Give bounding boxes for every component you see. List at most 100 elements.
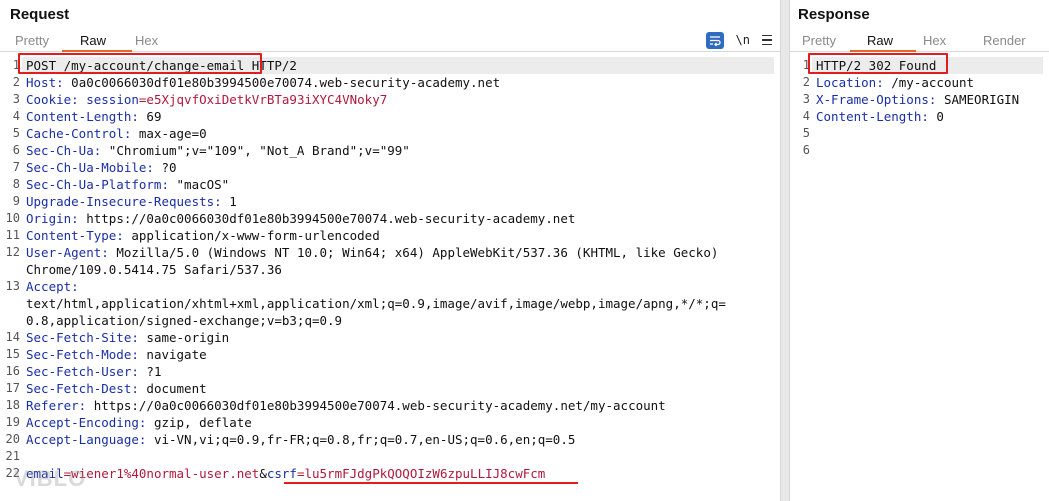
line-content: Sec-Ch-Ua: "Chromium";v="109", "Not_A Br…	[26, 142, 410, 159]
request-title: Request	[10, 6, 70, 23]
response-tabs: Pretty Raw Hex Render	[790, 32, 1049, 52]
token-key: Sec-Fetch-User:	[26, 364, 139, 379]
token-value: vi-VN,vi;q=0.9,fr-FR;q=0.8,fr;q=0.7,en-U…	[146, 432, 576, 447]
request-line: 19 Accept-Encoding: gzip, deflate	[0, 414, 780, 431]
request-line: 5 Cache-Control: max-age=0	[0, 125, 780, 142]
line-number: 9	[12, 194, 20, 208]
line-content: Chrome/109.0.5414.75 Safari/537.36	[26, 261, 282, 278]
token-value: max-age=0	[131, 126, 207, 141]
line-number: 19	[5, 415, 20, 429]
response-editor[interactable]: 1 HTTP/2 302 Found 2 Location: /my-account 3…	[790, 57, 1049, 501]
token-value: same-origin	[138, 330, 230, 345]
line-content: User-Agent: Mozilla/5.0 (Windows NT 10.0…	[26, 244, 718, 261]
line-content: email=wiener1%40normal-user.net&csrf=lu5…	[26, 465, 545, 482]
menu-icon[interactable]	[762, 34, 772, 46]
token-value: Mozilla/5.0 (Windows NT 10.0; Win64; x64…	[108, 245, 719, 260]
request-pane: Request Pretty Raw Hex \n 1 POST /my-acco…	[0, 0, 780, 501]
response-line: 5	[790, 125, 1049, 142]
request-tabs: Pretty Raw Hex	[0, 32, 780, 52]
line-number: 2	[12, 75, 20, 89]
response-tab-raw[interactable]: Raw	[867, 33, 893, 48]
status-highlight-box	[808, 53, 948, 74]
line-content: Accept-Encoding: gzip, deflate	[26, 414, 252, 431]
token-value: 0.8,application/signed-exchange;v=b3;q=0…	[26, 313, 343, 328]
line-number: 1	[802, 58, 810, 72]
csrf-underline	[284, 482, 578, 484]
pane-divider[interactable]	[780, 0, 790, 501]
token-key: Host:	[26, 75, 64, 90]
token-key: User-Agent:	[26, 245, 109, 260]
token-key: Content-Length:	[26, 109, 139, 124]
request-line: 11 Content-Type: application/x-www-form-u…	[0, 227, 780, 244]
token-value: 0	[928, 109, 944, 124]
token-value: /my-account	[883, 75, 975, 90]
line-number: 12	[5, 245, 20, 259]
response-line: 2 Location: /my-account	[790, 74, 1049, 91]
token-key: Origin:	[26, 211, 79, 226]
line-content: Sec-Fetch-Mode: navigate	[26, 346, 207, 363]
line-content: 0.8,application/signed-exchange;v=b3;q=0…	[26, 312, 342, 329]
line-number: 18	[5, 398, 20, 412]
wrap-lines-icon[interactable]	[705, 31, 724, 49]
endpoint-highlight-box	[18, 53, 262, 74]
line-content: Upgrade-Insecure-Requests: 1	[26, 193, 237, 210]
line-content: Sec-Fetch-Dest: document	[26, 380, 207, 397]
token-value: "macOS"	[169, 177, 230, 192]
request-tab-raw[interactable]: Raw	[80, 33, 106, 48]
line-number: 14	[5, 330, 20, 344]
response-line: 4 Content-Length: 0	[790, 108, 1049, 125]
request-line: 18 Referer: https://0a0c0066030df01e80b39…	[0, 397, 780, 414]
token-value: application/x-www-form-urlencoded	[123, 228, 380, 243]
response-tab-render[interactable]: Render	[983, 33, 1026, 48]
line-content: Accept:	[26, 278, 79, 295]
newline-toggle-icon[interactable]: \n	[736, 33, 750, 47]
line-number: 7	[12, 160, 20, 174]
token-value: =lu5rmFJdgPkQOQOIzW6zpuLLIJ8cwFcm	[296, 466, 546, 481]
token-key: Accept-Encoding:	[26, 415, 147, 430]
response-line: 3 X-Frame-Options: SAMEORIGIN	[790, 91, 1049, 108]
line-content: Sec-Fetch-Site: same-origin	[26, 329, 229, 346]
token-value: &	[259, 466, 267, 481]
token-key: Sec-Fetch-Dest:	[26, 381, 139, 396]
token-key: Sec-Ch-Ua-Mobile:	[26, 160, 154, 175]
response-tab-hex[interactable]: Hex	[923, 33, 946, 48]
token-key: Cookie:	[26, 92, 79, 107]
token-value: gzip, deflate	[146, 415, 252, 430]
line-number: 15	[5, 347, 20, 361]
line-content: Sec-Fetch-User: ?1	[26, 363, 161, 380]
token-value: 1	[221, 194, 237, 209]
line-number: 20	[5, 432, 20, 446]
line-number: 3	[802, 92, 810, 106]
token-key: Sec-Ch-Ua-Platform:	[26, 177, 169, 192]
request-line: 13 Accept:	[0, 278, 780, 295]
request-line: 7 Sec-Ch-Ua-Mobile: ?0	[0, 159, 780, 176]
line-content: Sec-Ch-Ua-Mobile: ?0	[26, 159, 177, 176]
response-pane: Response Pretty Raw Hex Render 1 HTTP/2 3…	[790, 0, 1049, 501]
line-number: 17	[5, 381, 20, 395]
line-number: 3	[12, 92, 20, 106]
request-line: 2 Host: 0a0c0066030df01e80b3994500e70074.…	[0, 74, 780, 91]
token-value: =e5XjqvfOxiDetkVrBTa93iXYC4VNoky7	[138, 92, 388, 107]
line-number: 11	[5, 228, 20, 242]
line-content: Content-Type: application/x-www-form-url…	[26, 227, 380, 244]
request-line: 4 Content-Length: 69	[0, 108, 780, 125]
line-number: 5	[12, 126, 20, 140]
token-key: csrf	[266, 466, 297, 481]
request-line: 12 User-Agent: Mozilla/5.0 (Windows NT 10…	[0, 244, 780, 261]
request-line: 15 Sec-Fetch-Mode: navigate	[0, 346, 780, 363]
token-value: SAMEORIGIN	[936, 92, 1020, 107]
line-number: 4	[12, 109, 20, 123]
line-number: 16	[5, 364, 20, 378]
line-content: Origin: https://0a0c0066030df01e80b39945…	[26, 210, 575, 227]
token-key: Sec-Fetch-Site:	[26, 330, 139, 345]
token-value: Chrome/109.0.5414.75 Safari/537.36	[26, 262, 282, 277]
request-line: 17 Sec-Fetch-Dest: document	[0, 380, 780, 397]
token-key: X-Frame-Options:	[816, 92, 937, 107]
request-line: 0.8,application/signed-exchange;v=b3;q=0…	[0, 312, 780, 329]
line-content: Accept-Language: vi-VN,vi;q=0.9,fr-FR;q=…	[26, 431, 575, 448]
request-editor[interactable]: 1 POST /my-account/change-email HTTP/2 2 Ho…	[0, 57, 780, 501]
response-tab-pretty[interactable]: Pretty	[802, 33, 836, 48]
request-tab-hex[interactable]: Hex	[135, 33, 158, 48]
request-tab-pretty[interactable]: Pretty	[15, 33, 49, 48]
request-line: 14 Sec-Fetch-Site: same-origin	[0, 329, 780, 346]
